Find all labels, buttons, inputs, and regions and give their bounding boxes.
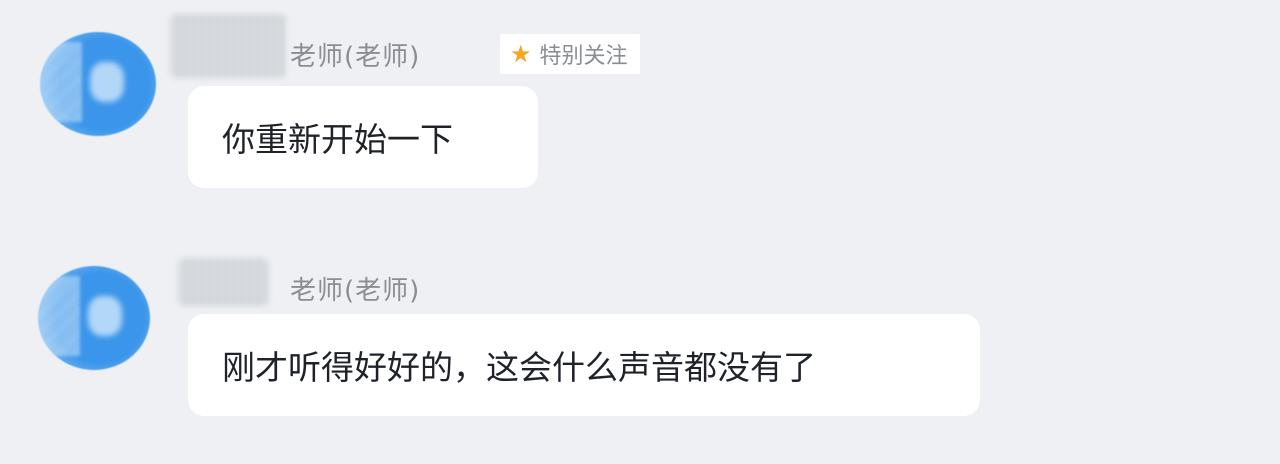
badge-label: 特别关注: [539, 44, 628, 69]
message-text: 你重新开始一下: [222, 120, 453, 159]
star-icon: ★: [510, 40, 532, 68]
sender-role: 老师(老师): [290, 42, 421, 72]
special-follow-badge: ★ 特别关注: [500, 34, 640, 74]
chat-message-list: 老师(老师) ★ 特别关注 你重新开始一下 老师(老师) 刚才听得好好的，这会什…: [0, 0, 1280, 464]
chat-message: 老师(老师) ★ 特别关注 你重新开始一下: [0, 0, 1280, 200]
avatar[interactable]: [40, 32, 156, 136]
sender-name-redacted: [178, 258, 268, 306]
sender-role: 老师(老师): [290, 276, 421, 306]
sender-name-redacted: [170, 14, 286, 78]
message-bubble[interactable]: 刚才听得好好的，这会什么声音都没有了: [188, 314, 980, 416]
chat-message: 老师(老师) 刚才听得好好的，这会什么声音都没有了: [0, 240, 1280, 430]
avatar[interactable]: [38, 266, 150, 370]
message-bubble[interactable]: 你重新开始一下: [188, 86, 538, 188]
message-text: 刚才听得好好的，这会什么声音都没有了: [222, 348, 816, 387]
